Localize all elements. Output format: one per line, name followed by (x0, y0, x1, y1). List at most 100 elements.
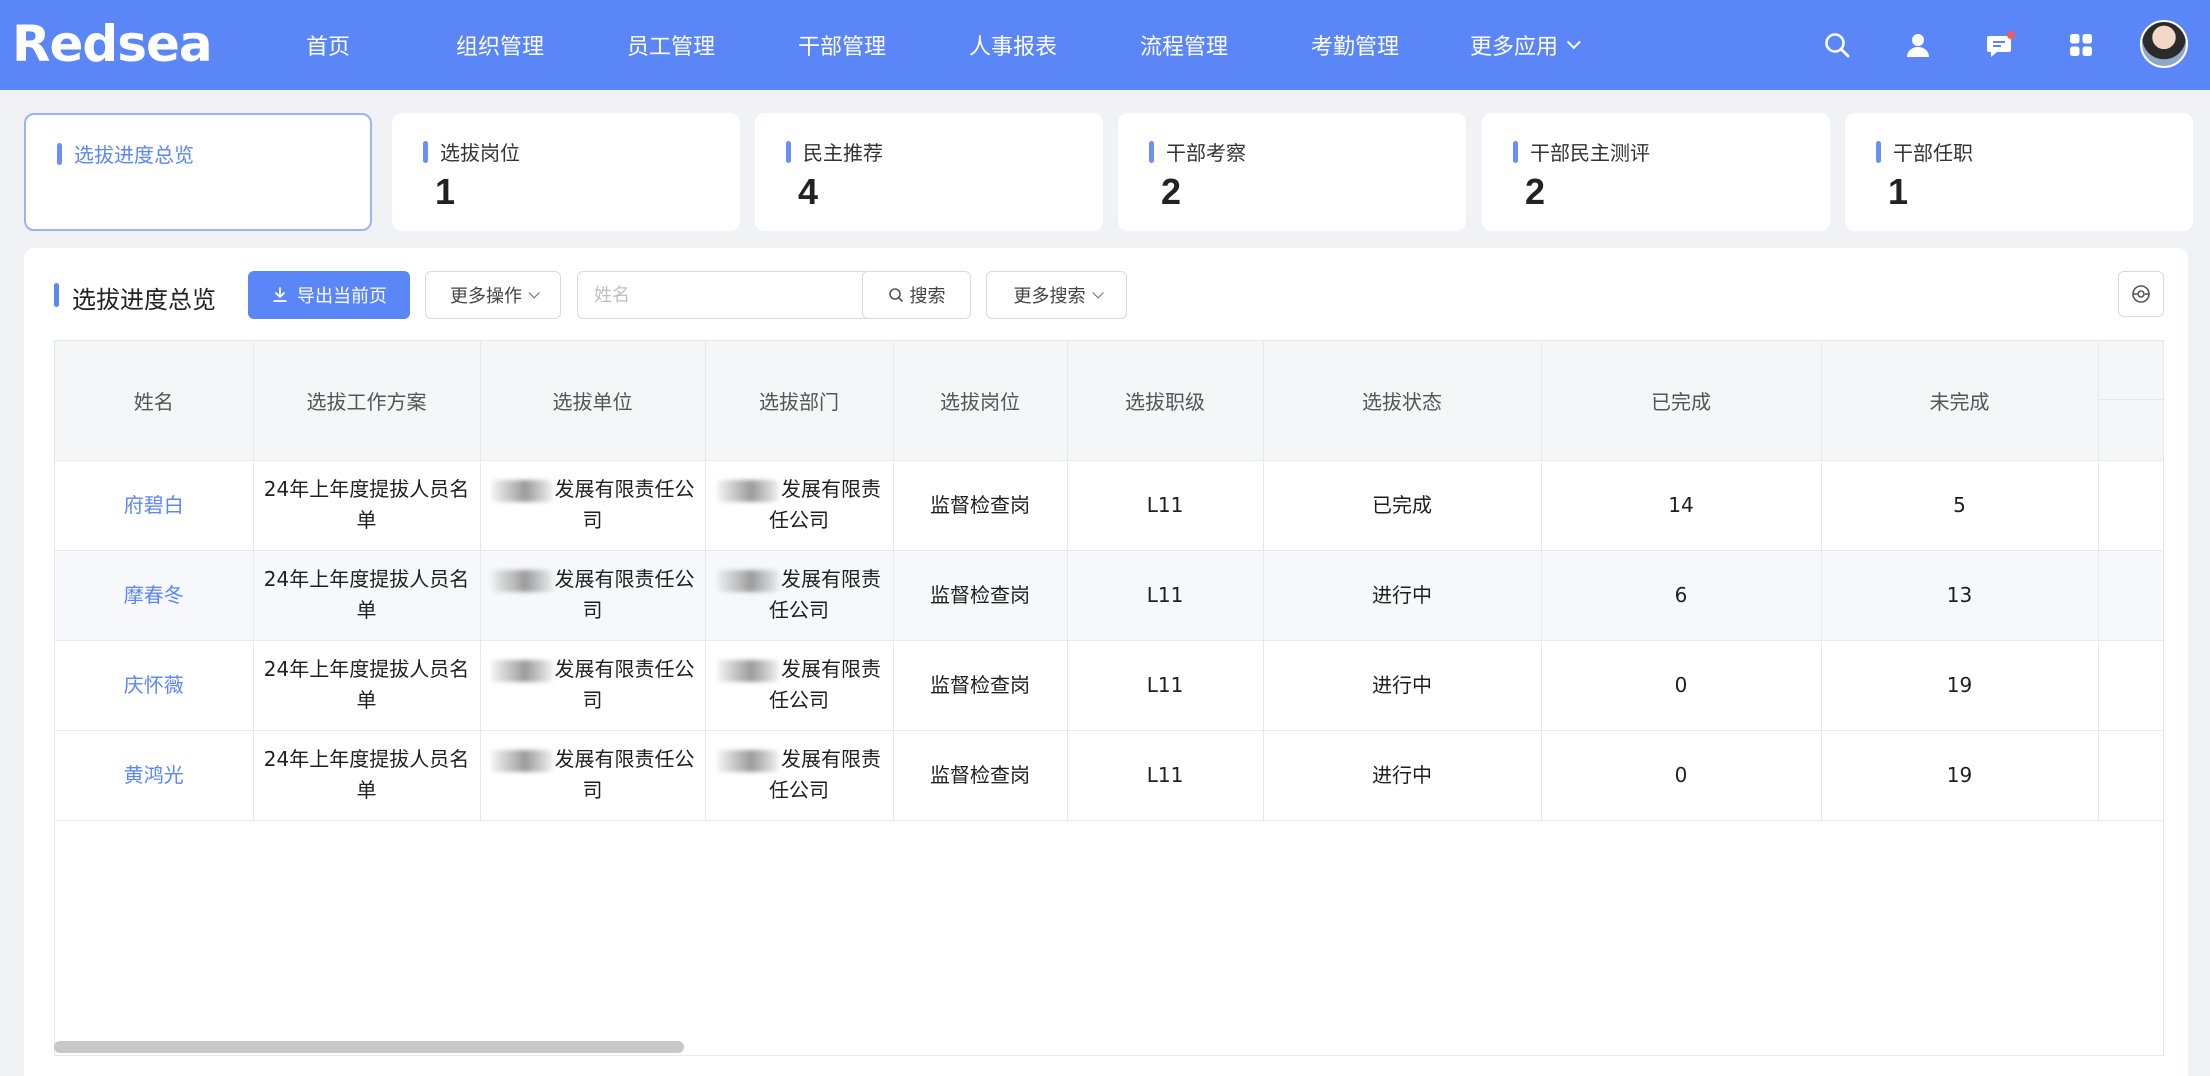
column-header-status[interactable]: 选拔状态 (1263, 341, 1542, 461)
message-icon[interactable] (1979, 24, 2021, 66)
user-icon[interactable] (1897, 24, 1939, 66)
cell-level: L11 (1067, 550, 1264, 641)
nav-item-process-management[interactable]: 流程管理 (1140, 0, 1228, 90)
stat-card-label: 选拔进度总览 (74, 143, 194, 167)
cell-unit: 发展有限责任公司 (480, 550, 706, 641)
brand-logo[interactable]: Redsea (12, 14, 213, 74)
cell-incomplete: 19 (1821, 640, 2099, 731)
chevron-down-icon (1091, 287, 1104, 299)
cell-unit-text: 发展有限责任公司 (554, 567, 695, 622)
horizontal-scrollbar[interactable] (54, 1041, 684, 1053)
card-accent-bar (1876, 141, 1881, 163)
search-icon (888, 288, 903, 303)
redacted-text (717, 479, 779, 502)
stat-card-cadre-appointment[interactable]: 干部任职 1 (1845, 113, 2193, 231)
cell-name[interactable]: 摩春冬 (55, 550, 254, 641)
card-accent-bar (423, 141, 428, 163)
stat-card-value: 2 (1525, 171, 1546, 212)
column-header-plan[interactable]: 选拔工作方案 (253, 341, 481, 461)
export-button-label: 导出当前页 (297, 286, 387, 307)
cell-extra (2098, 730, 2163, 821)
cell-name[interactable]: 庆怀薇 (55, 640, 254, 731)
column-header-incomplete[interactable]: 未完成 (1821, 341, 2099, 461)
stat-card-label: 民主推荐 (803, 141, 883, 165)
nav-item-more-apps[interactable]: 更多应用 (1470, 0, 1581, 90)
cell-status: 已完成 (1263, 460, 1542, 551)
chevron-down-icon (528, 287, 540, 299)
column-header-completed[interactable]: 已完成 (1541, 341, 1822, 461)
stat-card-value: 2 (1161, 171, 1182, 212)
table-row[interactable]: 黄鸿光 24年上年度提拔人员名单 发展有限责任公司 发展有限责任公司 监督检查岗… (55, 730, 2163, 821)
cell-level: L11 (1067, 460, 1264, 551)
stat-card-value: 1 (435, 171, 456, 212)
nav-item-employee-management[interactable]: 员工管理 (627, 0, 715, 90)
name-search-input[interactable] (577, 271, 871, 319)
stat-card-label: 干部民主测评 (1530, 141, 1650, 165)
employee-name-link[interactable]: 摩春冬 (124, 583, 184, 607)
nav-item-hr-reports[interactable]: 人事报表 (969, 0, 1057, 90)
column-header-unit[interactable]: 选拔单位 (480, 341, 706, 461)
cell-plan: 24年上年度提拔人员名单 (253, 730, 481, 821)
stat-card-cadre-inspection[interactable]: 干部考察 2 (1118, 113, 1466, 231)
download-icon (273, 287, 287, 302)
cell-post: 监督检查岗 (893, 730, 1068, 821)
export-current-page-button[interactable]: 导出当前页 (248, 271, 410, 319)
card-accent-bar (1149, 141, 1154, 163)
cell-completed: 0 (1541, 730, 1822, 821)
nav-item-org-management[interactable]: 组织管理 (456, 0, 544, 90)
cell-unit-text: 发展有限责任公司 (554, 477, 695, 532)
cell-department: 发展有限责任公司 (705, 730, 894, 821)
stat-card-selection-overview[interactable]: 选拔进度总览 (24, 113, 372, 231)
apps-grid-icon[interactable] (2060, 24, 2102, 66)
employee-name-link[interactable]: 府碧白 (124, 493, 184, 517)
search-icon[interactable] (1816, 24, 1858, 66)
cell-extra (2098, 460, 2163, 551)
more-search-button[interactable]: 更多搜索 (986, 271, 1127, 319)
column-header-post[interactable]: 选拔岗位 (893, 341, 1068, 461)
more-operations-button[interactable]: 更多操作 (425, 271, 561, 319)
user-avatar[interactable] (2140, 20, 2188, 68)
cell-plan: 24年上年度提拔人员名单 (253, 640, 481, 731)
column-header-department[interactable]: 选拔部门 (705, 341, 894, 461)
stat-card-democratic-recommendation[interactable]: 民主推荐 4 (755, 113, 1103, 231)
table-row[interactable]: 庆怀薇 24年上年度提拔人员名单 发展有限责任公司 发展有限责任公司 监督检查岗… (55, 640, 2163, 731)
top-navigation-bar: Redsea 首页 组织管理 员工管理 干部管理 人事报表 流程管理 考勤管理 … (0, 0, 2210, 90)
cell-unit: 发展有限责任公司 (480, 730, 706, 821)
more-operations-label: 更多操作 (450, 286, 522, 307)
column-header-level[interactable]: 选拔职级 (1067, 341, 1264, 461)
column-header-extra (2098, 341, 2163, 461)
table-row[interactable]: 府碧白 24年上年度提拔人员名单 发展有限责任公司 发展有限责任公司 监督检查岗… (55, 460, 2163, 551)
cell-completed: 0 (1541, 640, 1822, 731)
column-header-name[interactable]: 姓名 (55, 341, 254, 461)
cell-level: L11 (1067, 730, 1264, 821)
nav-item-more-apps-label: 更多应用 (1470, 35, 1559, 60)
employee-name-link[interactable]: 庆怀薇 (124, 673, 184, 697)
cell-completed: 14 (1541, 460, 1822, 551)
cell-unit-text: 发展有限责任公司 (554, 657, 695, 712)
stat-card-value: 4 (798, 171, 819, 212)
employee-name-link[interactable]: 黄鸿光 (124, 763, 184, 787)
cell-plan: 24年上年度提拔人员名单 (253, 550, 481, 641)
stat-card-selection-posts[interactable]: 选拔岗位 1 (392, 113, 740, 231)
nav-item-cadre-management[interactable]: 干部管理 (798, 0, 886, 90)
cell-completed: 6 (1541, 550, 1822, 641)
cell-department-text: 发展有限责任公司 (769, 657, 881, 712)
redacted-text (490, 659, 553, 682)
stat-card-label: 干部考察 (1166, 141, 1246, 165)
card-accent-bar (57, 143, 62, 165)
cell-level: L11 (1067, 640, 1264, 731)
cell-status: 进行中 (1263, 550, 1542, 641)
cell-name[interactable]: 黄鸿光 (55, 730, 254, 821)
column-settings-button[interactable] (2118, 271, 2164, 317)
cell-name[interactable]: 府碧白 (55, 460, 254, 551)
stat-card-cadre-evaluation[interactable]: 干部民主测评 2 (1482, 113, 1830, 231)
search-button[interactable]: 搜索 (862, 271, 971, 319)
redacted-text (717, 659, 779, 682)
cell-status: 进行中 (1263, 640, 1542, 731)
cell-unit-text: 发展有限责任公司 (554, 747, 695, 802)
table-row[interactable]: 摩春冬 24年上年度提拔人员名单 发展有限责任公司 发展有限责任公司 监督检查岗… (55, 550, 2163, 641)
card-accent-bar (1513, 141, 1518, 163)
nav-item-attendance-management[interactable]: 考勤管理 (1311, 0, 1399, 90)
cell-incomplete: 13 (1821, 550, 2099, 641)
nav-item-home[interactable]: 首页 (306, 0, 350, 90)
